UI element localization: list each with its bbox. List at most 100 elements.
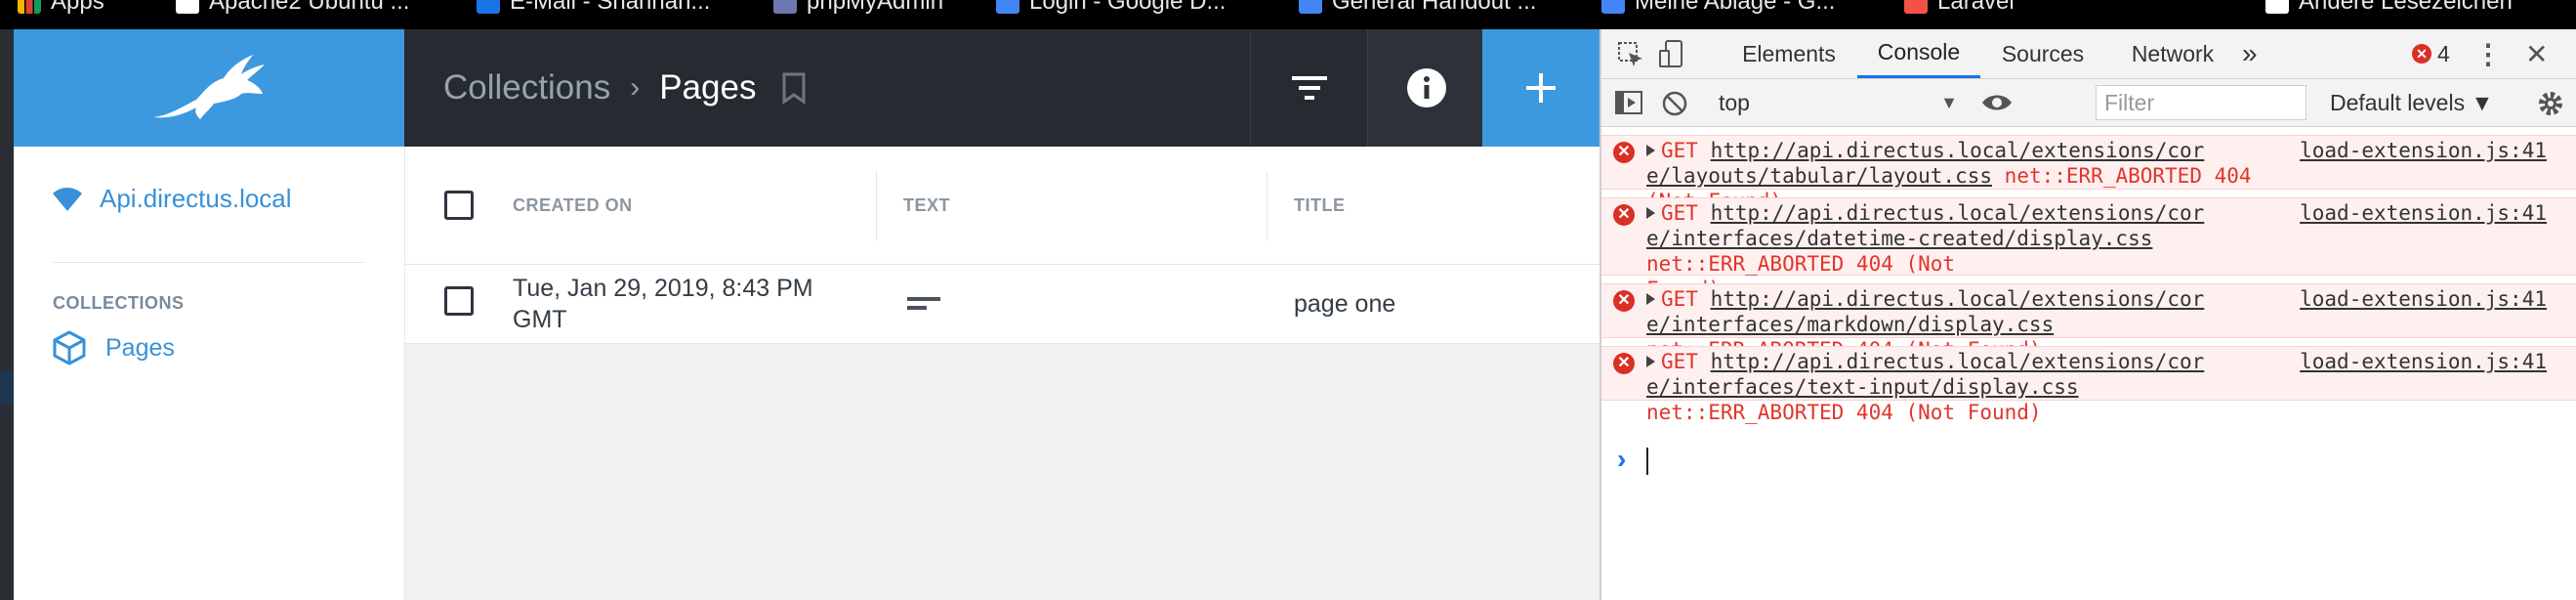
app-header: Collections › Pages: [404, 29, 1600, 147]
bookmark-label: Laravel: [1937, 0, 2015, 15]
console-error-message: ✕ GET http://api.directus.local/extensio…: [1601, 346, 2576, 424]
context-selector[interactable]: top ▼: [1719, 79, 1958, 126]
tab-elements[interactable]: Elements: [1721, 29, 1857, 78]
console-error-message: ✕ GET http://api.directus.local/extensio…: [1601, 283, 2576, 362]
bookmark-apache[interactable]: Apache2 Ubuntu ...: [176, 0, 409, 16]
window-edge: [0, 29, 14, 600]
dropdown-arrow-icon: ▼: [1940, 92, 1958, 112]
breadcrumb-separator: ›: [630, 71, 641, 104]
error-icon: ✕: [1613, 290, 1635, 312]
logo-area[interactable]: [14, 29, 404, 147]
page-title: Pages: [659, 68, 757, 107]
sidebar: Api.directus.local COLLECTIONS Pages: [14, 147, 405, 600]
column-header-text[interactable]: TEXT: [903, 147, 950, 264]
column-header-created-on[interactable]: CREATED ON: [513, 147, 633, 264]
cell-created-on: Tue, Jan 29, 2019, 8:43 PM GMT: [513, 275, 813, 333]
bookmark-apps[interactable]: Apps: [18, 0, 104, 16]
devtools-tabbar: Elements Console Sources Network » ✕ 4 ⋮…: [1601, 29, 2576, 79]
bookmark-email[interactable]: E-Mail - Shannah...: [477, 0, 710, 16]
table-header: CREATED ON TEXT TITLE: [405, 147, 1600, 265]
plus-icon: [1526, 73, 1556, 103]
expand-triangle-icon[interactable]: [1646, 293, 1655, 305]
console-filter-input[interactable]: [2096, 85, 2306, 120]
bookmark-handout[interactable]: General Handout ...: [1299, 0, 1536, 16]
column-header-title[interactable]: TITLE: [1294, 147, 1346, 264]
markdown-text-icon: [907, 297, 940, 310]
breadcrumb: Collections › Pages: [443, 29, 807, 147]
expand-triangle-icon[interactable]: [1646, 207, 1655, 219]
live-expression-eye-icon[interactable]: [1980, 91, 2014, 114]
error-icon: ✕: [2412, 44, 2431, 64]
cell-title: page one: [1294, 290, 1396, 318]
settings-gear-icon[interactable]: [2537, 90, 2564, 117]
console-prompt[interactable]: ›: [1601, 442, 2576, 481]
bookmark-label: Login - Google D...: [1029, 0, 1226, 15]
table-row[interactable]: Tue, Jan 29, 2019, 8:43 PM GMT page one: [405, 265, 1600, 344]
context-value: top: [1719, 89, 1750, 115]
laravel-icon: [1904, 0, 1928, 14]
bookmark-icon[interactable]: [781, 71, 807, 105]
resource-url-link[interactable]: http://api.directus.local/extensions/cor…: [1646, 350, 2204, 399]
row-checkbox[interactable]: [444, 286, 474, 316]
bookmark-other[interactable]: Andere Lesezeichen: [2265, 0, 2513, 16]
bookmark-laravel[interactable]: Laravel: [1904, 0, 2015, 16]
error-counter[interactable]: ✕ 4: [2412, 29, 2450, 78]
text-cursor: [1646, 448, 1648, 475]
filter-button[interactable]: [1250, 29, 1368, 147]
log-levels-dropdown[interactable]: Default levels ▼: [2330, 79, 2493, 126]
breadcrumb-collections-link[interactable]: Collections: [443, 68, 610, 107]
sidebar-item-label: Pages: [105, 333, 175, 362]
directus-app: Api.directus.local COLLECTIONS Pages Col…: [0, 29, 1600, 600]
project-switcher[interactable]: Api.directus.local: [53, 184, 292, 214]
inspect-element-icon[interactable]: [1617, 41, 1644, 68]
google-docs-icon: [1299, 0, 1322, 14]
bookmark-label: Meine Ablage - G...: [1635, 0, 1836, 15]
resource-url-link[interactable]: http://api.directus.local/extensions/cor…: [1646, 201, 2204, 250]
error-icon: ✕: [1613, 353, 1635, 374]
source-link[interactable]: load-extension.js:41: [2300, 138, 2547, 163]
error-count: 4: [2437, 40, 2450, 66]
select-all-checkbox[interactable]: [444, 191, 474, 220]
box-icon: [53, 330, 86, 365]
page-icon: [176, 0, 199, 14]
bookmark-phpmyadmin[interactable]: phpMyAdmin: [773, 0, 943, 16]
source-link[interactable]: load-extension.js:41: [2300, 286, 2547, 312]
error-icon: ✕: [1613, 204, 1635, 226]
column-divider: [876, 171, 877, 241]
folder-icon: [2265, 0, 2289, 14]
device-toolbar-icon[interactable]: [1658, 39, 1685, 68]
source-link[interactable]: load-extension.js:41: [2300, 200, 2547, 226]
bookmark-label: Apache2 Ubuntu ...: [209, 0, 410, 15]
more-tabs-button[interactable]: »: [2242, 29, 2258, 78]
kebab-menu-icon[interactable]: ⋮: [2474, 29, 2502, 78]
expand-triangle-icon[interactable]: [1646, 145, 1655, 156]
sidebar-item-pages[interactable]: Pages: [53, 330, 175, 365]
info-button[interactable]: [1367, 29, 1485, 147]
console-error-message: ✕ GET http://api.directus.local/extensio…: [1601, 135, 2576, 213]
add-item-button[interactable]: [1482, 29, 1600, 147]
phpmyadmin-icon: [773, 0, 797, 14]
google-drive-icon: [1601, 0, 1625, 14]
console-error-message: ✕ GET http://api.directus.local/extensio…: [1601, 197, 2576, 301]
bookmark-label: General Handout ...: [1332, 0, 1537, 15]
tab-console[interactable]: Console: [1857, 29, 1980, 78]
bookmark-label: E-Mail - Shannah...: [510, 0, 711, 15]
expand-triangle-icon[interactable]: [1646, 356, 1655, 367]
project-name: Api.directus.local: [100, 184, 292, 213]
prompt-chevron-icon: ›: [1617, 444, 1627, 474]
apps-grid-icon: [18, 0, 41, 14]
wifi-icon: [53, 187, 82, 211]
bookmark-drive[interactable]: Meine Ablage - G...: [1601, 0, 1835, 16]
clear-console-icon[interactable]: [1662, 91, 1687, 116]
bookmark-label: Andere Lesezeichen: [2299, 0, 2513, 15]
show-sidebar-icon[interactable]: [1615, 91, 1642, 114]
console-toolbar: top ▼ Default levels ▼: [1601, 79, 2576, 127]
bookmark-google-login[interactable]: Login - Google D...: [996, 0, 1226, 16]
tab-network[interactable]: Network: [2105, 29, 2240, 78]
source-link[interactable]: load-extension.js:41: [2300, 349, 2547, 374]
google-drive-icon: [996, 0, 1019, 14]
tab-sources[interactable]: Sources: [1980, 29, 2105, 78]
resource-url-link[interactable]: http://api.directus.local/extensions/cor…: [1646, 287, 2204, 336]
info-icon: [1407, 68, 1446, 107]
close-devtools-icon[interactable]: ✕: [2525, 29, 2548, 78]
